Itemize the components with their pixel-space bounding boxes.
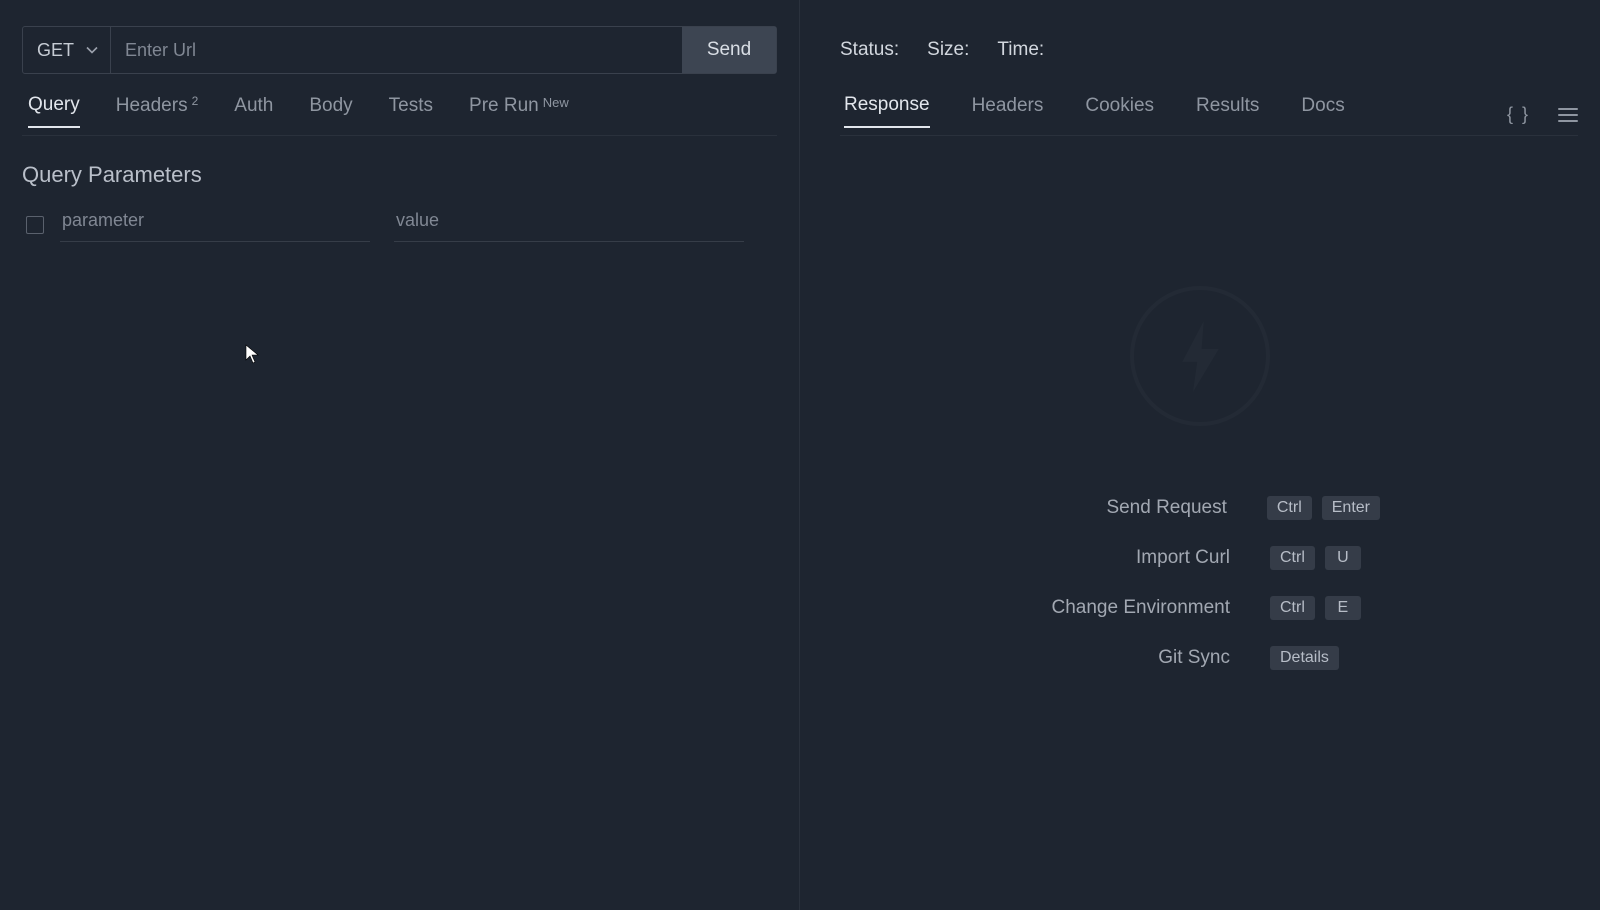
shortcut-send-request: Send Request Ctrl Enter [1020,496,1380,520]
query-parameters-title: Query Parameters [22,162,799,188]
bolt-icon [1173,319,1228,394]
shortcut-label: Git Sync [1158,647,1230,669]
tab-response-headers[interactable]: Headers [972,95,1044,127]
tab-tests[interactable]: Tests [389,95,433,127]
request-tabs: Query Headers 2 Auth Body Tests Pre Run … [22,86,777,136]
bolt-circle-icon [1130,286,1270,426]
tab-query-label: Query [28,94,80,116]
response-status-bar: Status: Size: Time: [840,26,1578,74]
chevron-down-icon [86,44,98,56]
app-shell: GET Send Query Headers 2 Auth Body [0,0,1600,910]
menu-lines-icon[interactable] [1558,108,1578,122]
shortcut-key: Enter [1322,496,1380,520]
param-name-input[interactable] [60,208,370,242]
shortcuts-list: Send Request Ctrl Enter Import Curl Ctrl… [1020,496,1380,670]
shortcut-key: Ctrl [1267,496,1312,520]
tab-cookies[interactable]: Cookies [1085,95,1154,127]
shortcut-label: Send Request [1106,497,1226,519]
url-input[interactable] [111,27,682,73]
size-label: Size: [927,39,969,61]
git-sync-details-button[interactable]: Details [1270,646,1339,670]
shortcut-label: Import Curl [1136,547,1230,569]
tab-results[interactable]: Results [1196,95,1259,127]
http-method-value: GET [37,40,74,61]
tab-query[interactable]: Query [28,94,80,128]
tab-auth-label: Auth [234,95,273,117]
request-bar: GET Send [22,26,777,74]
request-panel: GET Send Query Headers 2 Auth Body [0,0,800,910]
tab-docs[interactable]: Docs [1301,95,1344,127]
tab-body[interactable]: Body [309,95,352,127]
shortcut-key: U [1325,546,1361,570]
time-label: Time: [997,39,1044,61]
tab-response[interactable]: Response [844,94,930,128]
tab-body-label: Body [309,95,352,117]
http-method-select[interactable]: GET [23,27,111,73]
tab-headers[interactable]: Headers 2 [116,95,199,127]
shortcut-key: Ctrl [1270,546,1315,570]
send-button[interactable]: Send [682,27,776,73]
response-panel: Status: Size: Time: Response Headers Coo… [800,0,1600,910]
tab-headers-label: Headers [116,95,188,117]
response-tabs: Response Headers Cookies Results Docs { … [840,86,1578,136]
shortcut-label: Change Environment [1052,597,1231,619]
shortcut-key: E [1325,596,1361,620]
tab-headers-count: 2 [192,94,199,108]
query-param-row [26,208,777,242]
tab-prerun-badge: New [543,95,569,110]
tab-prerun-label: Pre Run [469,95,539,117]
format-json-icon[interactable]: { } [1507,104,1530,125]
param-value-input[interactable] [394,208,744,242]
shortcut-change-env: Change Environment Ctrl E [1020,596,1380,620]
shortcut-git-sync: Git Sync Details [1020,646,1380,670]
shortcut-key: Ctrl [1270,596,1315,620]
status-label: Status: [840,39,899,61]
tab-prerun[interactable]: Pre Run New [469,95,569,127]
tab-auth[interactable]: Auth [234,95,273,127]
shortcut-import-curl: Import Curl Ctrl U [1020,546,1380,570]
tab-tests-label: Tests [389,95,433,117]
response-empty-state: Send Request Ctrl Enter Import Curl Ctrl… [800,136,1600,910]
param-enable-checkbox[interactable] [26,216,44,234]
